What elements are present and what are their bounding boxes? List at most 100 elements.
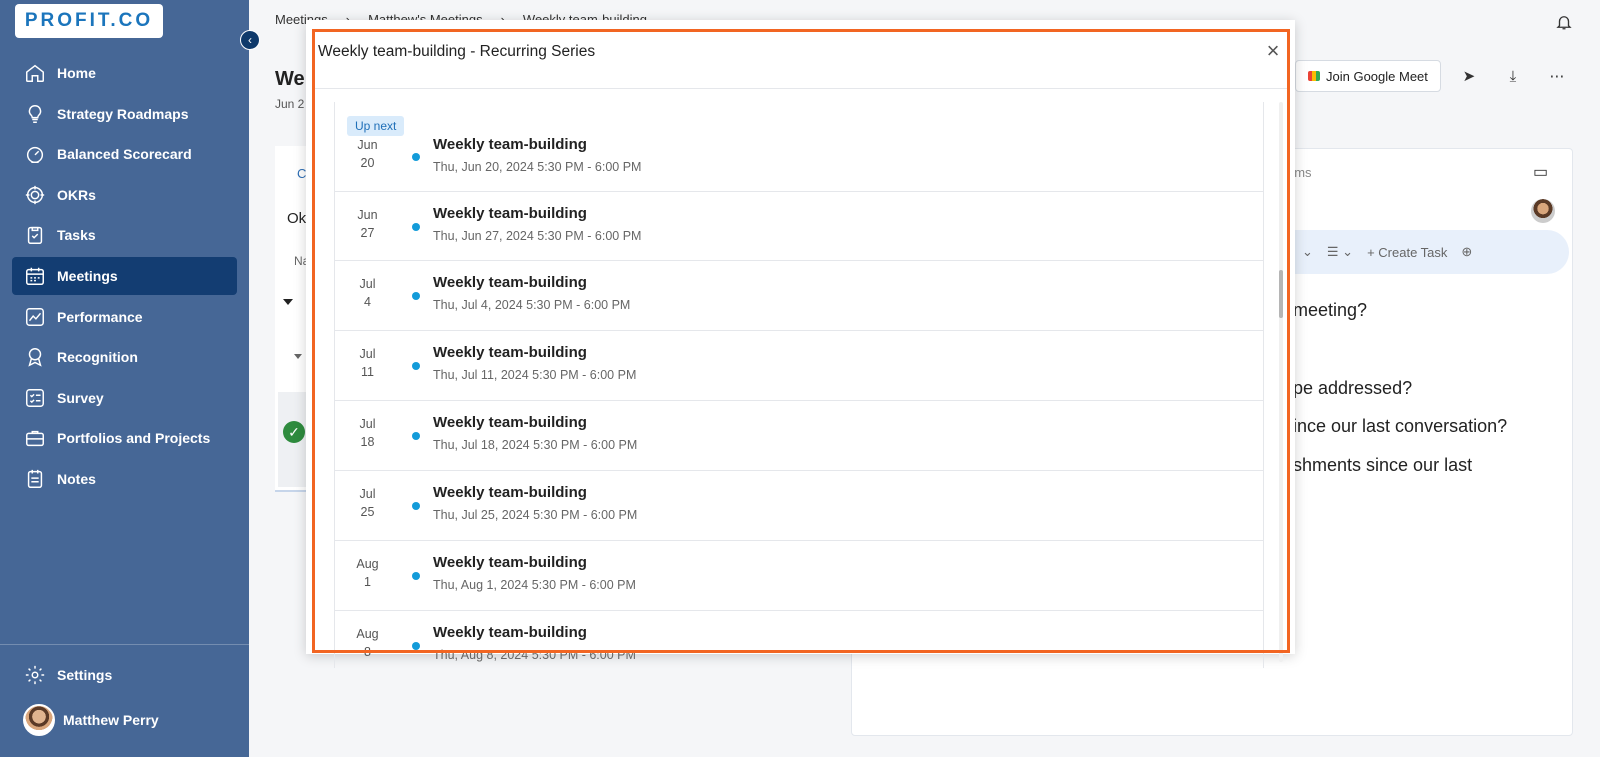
occurrence-time: Thu, Jun 20, 2024 5:30 PM - 6:00 PM bbox=[433, 160, 642, 174]
question-text: pe addressed? bbox=[1293, 378, 1413, 398]
status-dot bbox=[412, 642, 420, 650]
download-button[interactable]: ⤓ bbox=[1497, 60, 1529, 92]
status-dot bbox=[412, 502, 420, 510]
app-logo[interactable]: PROFIT.CO bbox=[15, 4, 163, 38]
sidebar: PROFIT.CO Home Strategy Roadmaps Balance… bbox=[0, 0, 249, 757]
sidebar-item-survey[interactable]: Survey bbox=[12, 379, 237, 417]
join-google-meet-button[interactable]: Join Google Meet bbox=[1295, 60, 1441, 92]
scrollbar[interactable] bbox=[1279, 102, 1283, 662]
lightbulb-icon bbox=[28, 104, 42, 123]
sidebar-item-okrs[interactable]: OKRs bbox=[12, 176, 237, 214]
occurrence-day: 8 bbox=[364, 645, 371, 659]
join-label: Join Google Meet bbox=[1326, 68, 1428, 84]
occurrence-row[interactable]: Aug 1 Weekly team-building Thu, Aug 1, 20… bbox=[335, 541, 1263, 611]
occurrence-title: Weekly team-building bbox=[433, 624, 587, 641]
tab-fragment[interactable]: C bbox=[297, 166, 306, 181]
occurrence-title: Weekly team-building bbox=[433, 554, 587, 571]
occurrence-time: Thu, Aug 8, 2024 5:30 PM - 6:00 PM bbox=[433, 648, 636, 662]
occurrence-date: Aug 8 bbox=[335, 625, 400, 661]
occurrence-row[interactable]: Jul 4 Weekly team-building Thu, Jul 4, 20… bbox=[335, 261, 1263, 331]
caret-down-icon[interactable] bbox=[294, 354, 302, 359]
occurrence-date: Jul 25 bbox=[335, 485, 400, 521]
occurrence-month: Jun bbox=[357, 208, 378, 222]
sidebar-item-home[interactable]: Home bbox=[12, 54, 237, 92]
occurrence-row[interactable]: Jul 11 Weekly team-building Thu, Jul 11, … bbox=[335, 331, 1263, 401]
header-actions: Join Google Meet ➤ ⤓ ⋯ bbox=[1295, 60, 1573, 92]
google-meet-icon bbox=[1308, 71, 1320, 81]
list-icon[interactable]: ☰ ⌄ bbox=[1327, 244, 1353, 260]
occurrence-day: 4 bbox=[364, 295, 371, 309]
sidebar-item-label: Portfolios and Projects bbox=[57, 430, 211, 447]
status-dot bbox=[412, 223, 420, 231]
sidebar-item-strategy-roadmaps[interactable]: Strategy Roadmaps bbox=[12, 95, 237, 133]
occurrence-title: Weekly team-building bbox=[433, 344, 587, 361]
recurring-series-modal: Weekly team-building - Recurring Series … bbox=[306, 20, 1295, 668]
occurrence-date: Aug 1 bbox=[335, 555, 400, 591]
sidebar-item-label: OKRs bbox=[57, 186, 96, 203]
sidebar-item-label: Strategy Roadmaps bbox=[57, 105, 189, 122]
sidebar-item-portfolios-and-projects[interactable]: Portfolios and Projects bbox=[12, 419, 237, 457]
more-button[interactable]: ⋯ bbox=[1541, 60, 1573, 92]
occurrence-time: Thu, Jul 25, 2024 5:30 PM - 6:00 PM bbox=[433, 508, 638, 522]
occurrence-day: 1 bbox=[364, 575, 371, 589]
scrollbar-thumb[interactable] bbox=[1279, 270, 1283, 318]
occurrence-date: Jun 20 bbox=[335, 136, 400, 172]
sidebar-item-label: Home bbox=[57, 65, 96, 81]
page-subtitle: Jun 2 bbox=[275, 97, 305, 111]
chevron-down-icon[interactable]: ⌄ bbox=[1302, 244, 1313, 260]
modal-divider bbox=[312, 88, 1289, 89]
caret-down-icon[interactable] bbox=[283, 299, 293, 305]
sidebar-item-notes[interactable]: Notes bbox=[12, 460, 237, 498]
target-icon bbox=[25, 185, 45, 204]
sidebar-item-meetings[interactable]: Meetings bbox=[12, 256, 237, 295]
occurrence-month: Aug bbox=[356, 557, 379, 571]
occurrence-row[interactable]: Jul 25 Weekly team-building Thu, Jul 25, … bbox=[335, 471, 1263, 541]
question-text: ince our last conversation? bbox=[1293, 416, 1508, 436]
occurrence-month: Jul bbox=[359, 277, 376, 291]
occurrence-day: 27 bbox=[360, 226, 375, 240]
sidebar-item-label: Notes bbox=[57, 470, 96, 487]
section-heading: Ok bbox=[287, 210, 307, 227]
occurrence-row[interactable]: Jun 20 Weekly team-building Thu, Jun 20, … bbox=[335, 102, 1263, 192]
occurrence-day: 25 bbox=[360, 505, 375, 519]
avatar bbox=[23, 704, 55, 736]
close-icon[interactable]: × bbox=[1263, 40, 1283, 62]
sidebar-nav: Home Strategy Roadmaps Balanced Scorecar… bbox=[12, 54, 237, 501]
occurrence-title: Weekly team-building bbox=[433, 274, 587, 291]
send-icon: ➤ bbox=[1462, 68, 1476, 85]
sidebar-item-performance[interactable]: Performance bbox=[12, 298, 237, 336]
sidebar-item-settings[interactable]: Settings bbox=[24, 664, 112, 686]
occurrence-day: 11 bbox=[361, 365, 374, 379]
sidebar-item-label: Tasks bbox=[57, 227, 96, 244]
briefcase-icon bbox=[26, 431, 44, 447]
sidebar-divider bbox=[0, 644, 249, 645]
add-circle-icon[interactable]: ⊕ bbox=[1461, 244, 1472, 260]
occurrence-row[interactable]: Jul 18 Weekly team-building Thu, Jul 18, … bbox=[335, 401, 1263, 471]
sidebar-item-tasks[interactable]: Tasks bbox=[12, 216, 237, 254]
create-task-button[interactable]: + Create Task bbox=[1367, 245, 1447, 260]
check-circle-icon: ✓ bbox=[283, 421, 305, 443]
sidebar-item-label: Performance bbox=[57, 308, 143, 325]
modal-title: Weekly team-building - Recurring Series bbox=[318, 43, 596, 60]
logo-text: PROFIT.CO bbox=[24, 10, 154, 31]
user-profile[interactable]: Matthew Perry bbox=[23, 704, 159, 736]
send-button[interactable]: ➤ bbox=[1453, 60, 1485, 92]
occurrence-row[interactable]: Aug 8 Weekly team-building Thu, Aug 8, 20… bbox=[335, 611, 1263, 668]
sidebar-item-recognition[interactable]: Recognition bbox=[12, 338, 237, 376]
status-dot bbox=[412, 292, 420, 300]
sidebar-collapse-button[interactable]: ‹ bbox=[240, 30, 260, 50]
clipboard-check-icon bbox=[27, 227, 43, 245]
checklist-icon bbox=[26, 388, 44, 407]
occurrence-title: Weekly team-building bbox=[433, 205, 587, 222]
occurrence-list: Up next Jun 20 Weekly team-building Thu, … bbox=[334, 102, 1264, 668]
occurrence-row[interactable]: Jun 27 Weekly team-building Thu, Jun 27, … bbox=[335, 192, 1263, 261]
home-icon bbox=[26, 64, 44, 82]
occurrence-day: 18 bbox=[360, 435, 375, 449]
occurrence-date: Jul 18 bbox=[335, 415, 400, 451]
bell-icon[interactable] bbox=[1555, 12, 1573, 32]
comment-icon[interactable]: ▭ bbox=[1533, 162, 1548, 182]
sidebar-item-label: Balanced Scorecard bbox=[57, 146, 192, 163]
more-icon: ⋯ bbox=[1549, 68, 1565, 85]
sidebar-item-balanced-scorecard[interactable]: Balanced Scorecard bbox=[12, 135, 237, 173]
avatar bbox=[1531, 199, 1555, 223]
